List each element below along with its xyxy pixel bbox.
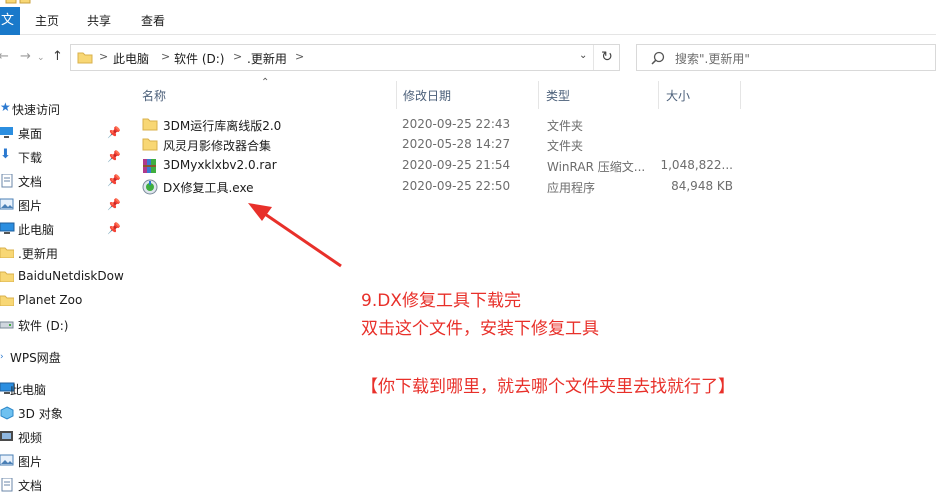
annotation-note: 【你下载到哪里，就去哪个文件夹里去找就行了】: [361, 377, 735, 397]
annotation-instruction: 双击这个文件，安装下修复工具: [361, 319, 599, 339]
annotation-arrow-icon: [248, 203, 342, 268]
annotation-step-title: 9.DX修复工具下载完: [361, 291, 521, 311]
